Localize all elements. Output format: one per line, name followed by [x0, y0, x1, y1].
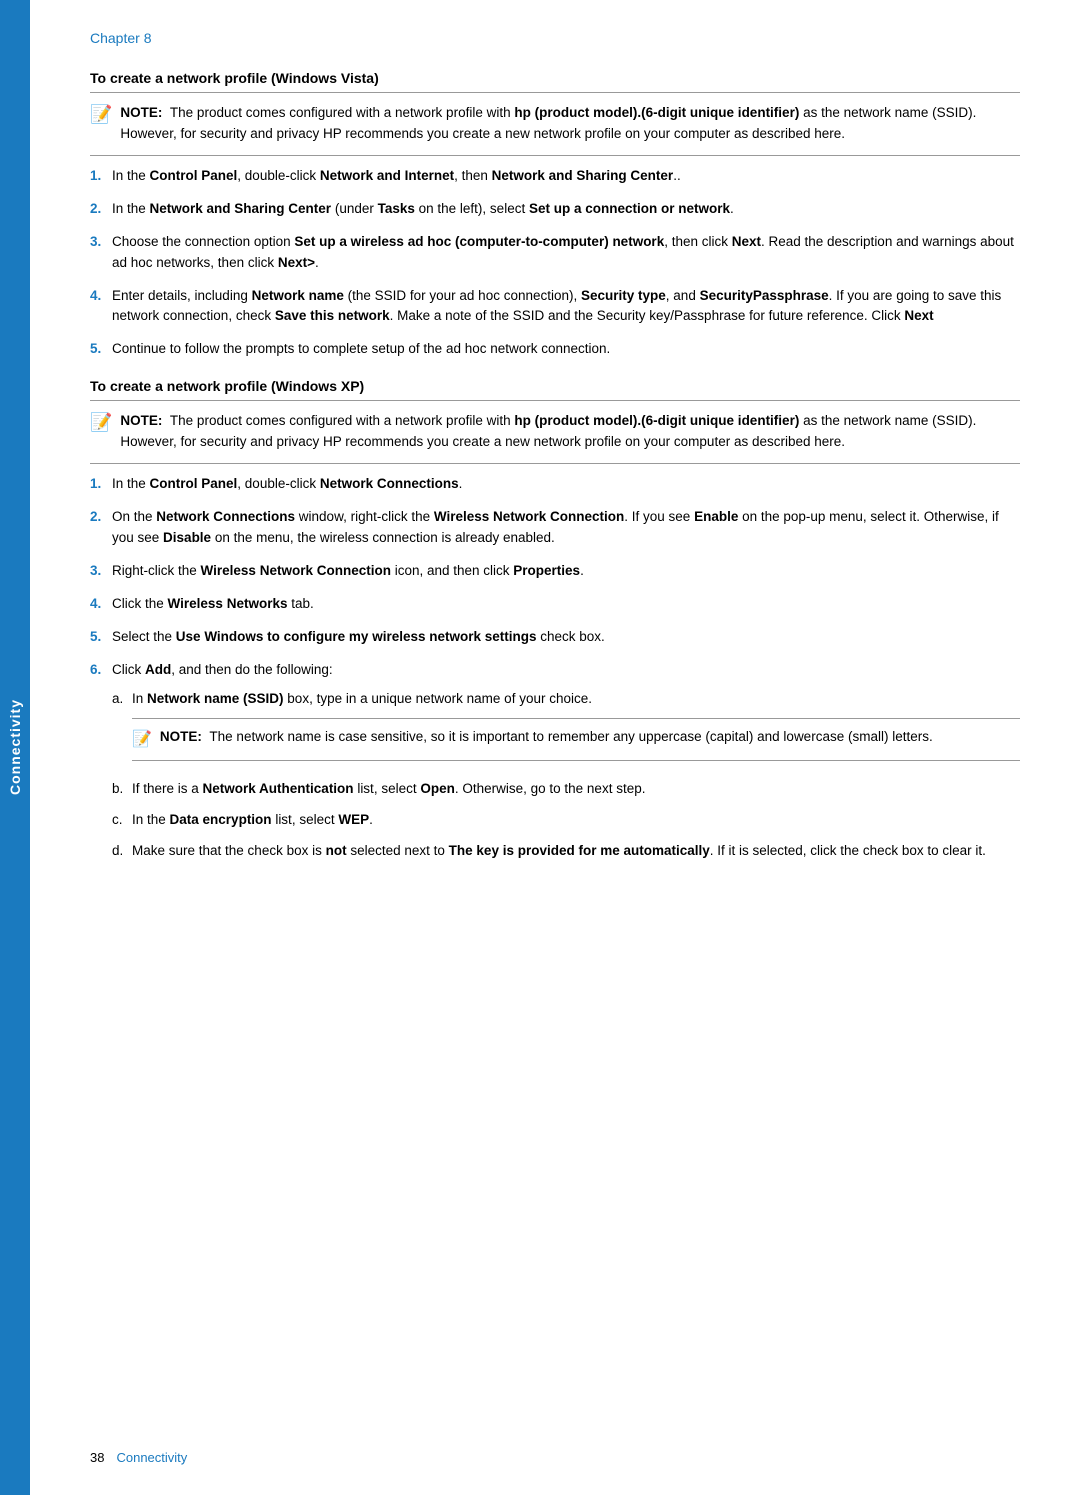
main-content: Chapter 8 To create a network profile (W…	[30, 0, 1080, 1495]
step-vista-4: 4. Enter details, including Network name…	[90, 286, 1020, 328]
step-xp-5: 5. Select the Use Windows to configure m…	[90, 627, 1020, 648]
step-content-v4: Enter details, including Network name (t…	[112, 286, 1020, 328]
step-num-v5: 5.	[90, 339, 112, 360]
sub-label-c: c.	[112, 810, 132, 831]
divider-2	[90, 400, 1020, 401]
note-text-1: NOTE: The product comes configured with …	[120, 103, 1020, 145]
chapter-header: Chapter 8	[90, 30, 1020, 46]
note-text-2: NOTE: The product comes configured with …	[120, 411, 1020, 453]
step-content-v5: Continue to follow the prompts to comple…	[112, 339, 1020, 360]
sub-label-a: a.	[112, 689, 132, 710]
sub-note-a: 📝 NOTE: The network name is case sensiti…	[132, 718, 1020, 762]
note-label-2: NOTE:	[120, 413, 162, 428]
step-content-v1: In the Control Panel, double-click Netwo…	[112, 166, 1020, 187]
note-box-2: 📝 NOTE: The product comes configured wit…	[90, 411, 1020, 464]
sub-list-6: a. In Network name (SSID) box, type in a…	[112, 689, 1020, 862]
step-xp-1: 1. In the Control Panel, double-click Ne…	[90, 474, 1020, 495]
step-xp-3: 3. Right-click the Wireless Network Conn…	[90, 561, 1020, 582]
step-xp-6: 6. Click Add, and then do the following:…	[90, 660, 1020, 872]
sub-item-c: c. In the Data encryption list, select W…	[112, 810, 1020, 831]
step-content-xp6: Click Add, and then do the following: a.…	[112, 660, 1020, 872]
step-content-v2: In the Network and Sharing Center (under…	[112, 199, 1020, 220]
step-num-v3: 3.	[90, 232, 112, 253]
sub-item-a: a. In Network name (SSID) box, type in a…	[112, 689, 1020, 770]
step-num-xp1: 1.	[90, 474, 112, 495]
footer-section: Connectivity	[116, 1450, 187, 1465]
step-num-v2: 2.	[90, 199, 112, 220]
step-vista-1: 1. In the Control Panel, double-click Ne…	[90, 166, 1020, 187]
sub-label-b: b.	[112, 779, 132, 800]
sub-note-text-a: NOTE: The network name is case sensitive…	[160, 727, 933, 748]
note-icon-1: 📝	[90, 104, 112, 125]
step-content-xp3: Right-click the Wireless Network Connect…	[112, 561, 1020, 582]
step-content-v3: Choose the connection option Set up a wi…	[112, 232, 1020, 274]
step-num-v1: 1.	[90, 166, 112, 187]
sub-content-c: In the Data encryption list, select WEP.	[132, 810, 1020, 831]
sub-content-a: In Network name (SSID) box, type in a un…	[132, 689, 1020, 770]
steps-vista-list: 1. In the Control Panel, double-click Ne…	[90, 166, 1020, 360]
step-num-xp4: 4.	[90, 594, 112, 615]
step-content-xp5: Select the Use Windows to configure my w…	[112, 627, 1020, 648]
footer-page-num: 38	[90, 1450, 104, 1465]
steps-xp-list: 1. In the Control Panel, double-click Ne…	[90, 474, 1020, 872]
note-icon-2: 📝	[90, 412, 112, 433]
step-content-xp4: Click the Wireless Networks tab.	[112, 594, 1020, 615]
sub-content-b: If there is a Network Authentication lis…	[132, 779, 1020, 800]
sub-content-d: Make sure that the check box is not sele…	[132, 841, 1020, 862]
sub-label-d: d.	[112, 841, 132, 862]
step-vista-5: 5. Continue to follow the prompts to com…	[90, 339, 1020, 360]
step-vista-2: 2. In the Network and Sharing Center (un…	[90, 199, 1020, 220]
step-xp-4: 4. Click the Wireless Networks tab.	[90, 594, 1020, 615]
divider-1	[90, 92, 1020, 93]
section2-heading: To create a network profile (Windows XP)	[90, 378, 1020, 394]
sidebar-label: Connectivity	[7, 699, 23, 795]
step-num-xp3: 3.	[90, 561, 112, 582]
note-label-1: NOTE:	[120, 105, 162, 120]
step-content-xp2: On the Network Connections window, right…	[112, 507, 1020, 549]
sidebar-tab: Connectivity	[0, 0, 30, 1495]
sub-item-b: b. If there is a Network Authentication …	[112, 779, 1020, 800]
sub-item-d: d. Make sure that the check box is not s…	[112, 841, 1020, 862]
sub-note-label-a: NOTE:	[160, 729, 202, 744]
step-num-xp2: 2.	[90, 507, 112, 528]
step-num-xp6: 6.	[90, 660, 112, 681]
step-xp-2: 2. On the Network Connections window, ri…	[90, 507, 1020, 549]
page-footer: 38 Connectivity	[30, 1450, 1080, 1465]
step-num-xp5: 5.	[90, 627, 112, 648]
step-content-xp1: In the Control Panel, double-click Netwo…	[112, 474, 1020, 495]
step-vista-3: 3. Choose the connection option Set up a…	[90, 232, 1020, 274]
section1-heading: To create a network profile (Windows Vis…	[90, 70, 1020, 86]
step-num-v4: 4.	[90, 286, 112, 307]
sub-note-icon-a: 📝	[132, 728, 152, 753]
note-box-1: 📝 NOTE: The product comes configured wit…	[90, 103, 1020, 156]
